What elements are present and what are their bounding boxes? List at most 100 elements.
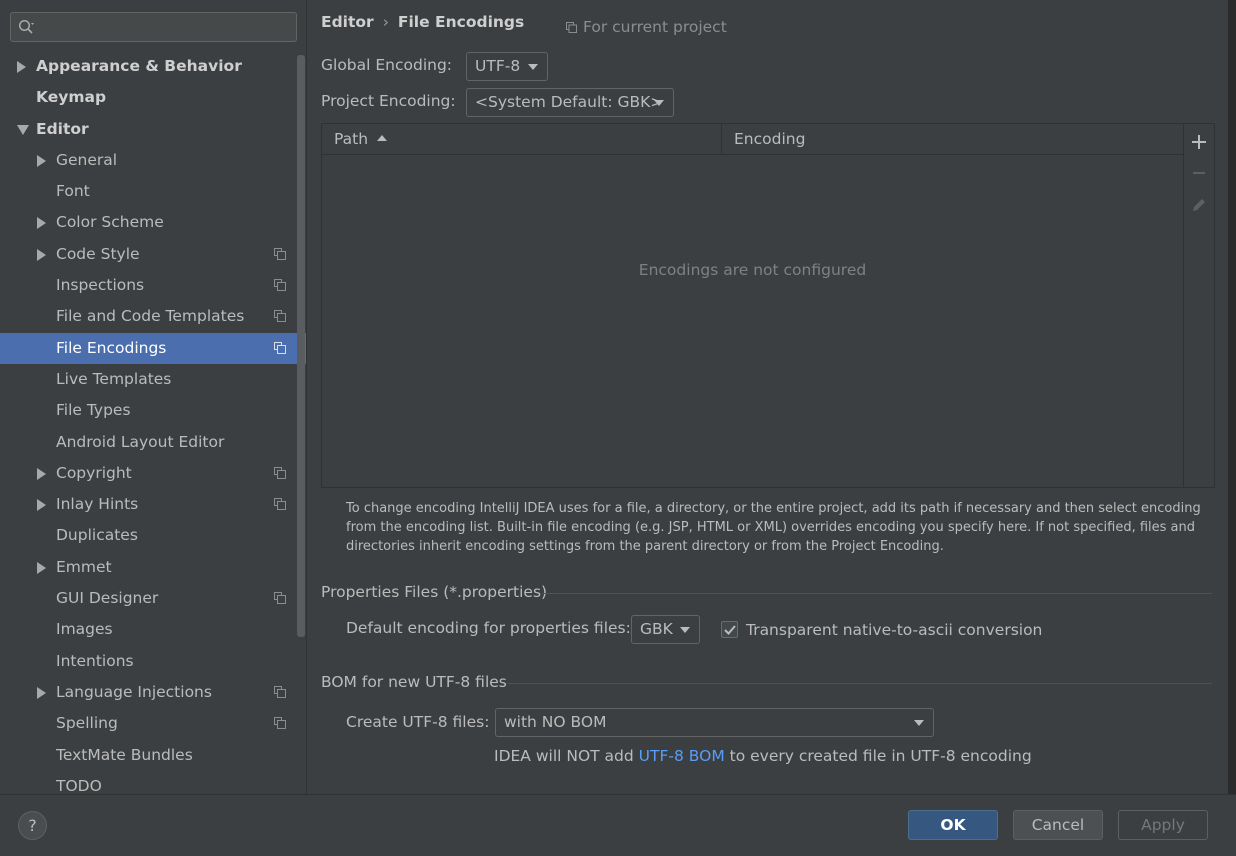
for-current-project-label: For current project: [583, 18, 727, 36]
sidebar-item-inlay-hints[interactable]: Inlay Hints: [0, 489, 306, 520]
sidebar-item-label: Font: [56, 182, 90, 201]
chevron-down-icon: [654, 100, 664, 106]
search-input[interactable]: [39, 16, 289, 38]
chevron-down-icon: [528, 64, 538, 70]
sidebar-item-font[interactable]: Font: [0, 176, 306, 207]
expand-arrow-right-icon[interactable]: [37, 248, 46, 261]
sidebar-item-label: Android Layout Editor: [56, 432, 225, 451]
expand-arrow-right-icon[interactable]: [37, 217, 46, 230]
sidebar-item-editor[interactable]: Editor: [0, 114, 306, 145]
sidebar-item-label: General: [56, 150, 118, 169]
sidebar-item-label: Color Scheme: [56, 213, 164, 232]
table-header: Path Encoding: [322, 124, 1183, 155]
cancel-button[interactable]: Cancel: [1013, 810, 1103, 840]
project-scope-icon: [274, 247, 286, 260]
settings-sidebar: Appearance & Behavior Keymap Editor General…: [0, 0, 307, 794]
plus-icon[interactable]: [1190, 133, 1208, 151]
sidebar-item-images[interactable]: Images: [0, 614, 306, 645]
apply-button[interactable]: Apply: [1118, 810, 1208, 840]
sidebar-item-android-layout-editor[interactable]: Android Layout Editor: [0, 427, 306, 458]
properties-section-title: Properties Files (*.properties): [321, 583, 548, 601]
empty-table-text: Encodings are not configured: [638, 261, 867, 279]
create-utf8-label: Create UTF-8 files:: [346, 713, 490, 731]
sidebar-item-label: Appearance & Behavior: [36, 57, 242, 75]
expand-arrow-right-icon[interactable]: [37, 686, 46, 699]
project-encoding-value: <System Default: GBK>: [475, 93, 664, 111]
project-scope-icon: [274, 279, 286, 292]
sidebar-item-label: Images: [56, 620, 113, 639]
sidebar-item-gui-designer[interactable]: GUI Designer: [0, 583, 306, 614]
breadcrumb-page: File Encodings: [397, 13, 525, 31]
ok-button[interactable]: OK: [908, 810, 998, 840]
sidebar-item-label: File Encodings: [56, 338, 167, 357]
sidebar-item-file-encodings[interactable]: File Encodings: [0, 332, 306, 364]
sidebar-item-todo[interactable]: TODO: [0, 771, 306, 794]
bom-note-suffix: to every created file in UTF-8 encoding: [724, 747, 1032, 765]
sidebar-item-file-types[interactable]: File Types: [0, 395, 306, 426]
global-encoding-value: UTF-8: [475, 57, 521, 75]
sidebar-item-label: Spelling: [56, 714, 118, 733]
sidebar-item-intentions[interactable]: Intentions: [0, 646, 306, 677]
sidebar-item-label: Intentions: [56, 651, 134, 670]
sidebar-item-label: Editor: [36, 119, 89, 138]
sidebar-item-file-and-code-templates[interactable]: File and Code Templates: [0, 301, 306, 332]
sidebar-item-code-style[interactable]: Code Style: [0, 239, 306, 270]
sidebar-item-spelling[interactable]: Spelling: [0, 708, 306, 739]
sidebar-item-general[interactable]: General: [0, 145, 306, 176]
sidebar-item-emmet[interactable]: Emmet: [0, 552, 306, 583]
sidebar-item-duplicates[interactable]: Duplicates: [0, 520, 306, 551]
expand-arrow-down-icon[interactable]: [17, 124, 29, 135]
sidebar-scrollbar[interactable]: [297, 55, 305, 637]
expand-arrow-right-icon[interactable]: [37, 499, 46, 512]
project-encoding-select[interactable]: <System Default: GBK>: [466, 88, 674, 117]
breadcrumb-separator: ›: [382, 13, 389, 31]
sidebar-item-label: Live Templates: [56, 369, 172, 388]
table-toolbar: [1183, 124, 1214, 487]
sidebar-item-live-templates[interactable]: Live Templates: [0, 364, 306, 395]
pencil-icon[interactable]: [1190, 196, 1208, 214]
expand-arrow-right-icon[interactable]: [37, 561, 46, 574]
properties-default-encoding-label: Default encoding for properties files:: [346, 619, 631, 637]
search-field[interactable]: [10, 12, 297, 42]
sidebar-item-appearance-behavior[interactable]: Appearance & Behavior: [0, 51, 306, 82]
sidebar-item-label: Code Style: [56, 244, 140, 263]
encoding-help-text: To change encoding IntelliJ IDEA uses fo…: [346, 501, 1201, 554]
expand-arrow-right-icon[interactable]: [37, 154, 46, 167]
transparent-conversion-label[interactable]: Transparent native-to-ascii conversion: [746, 621, 1042, 639]
sidebar-item-label: GUI Designer: [56, 589, 159, 608]
encodings-table: Path Encoding Encodings are not configur…: [321, 123, 1215, 488]
sidebar-item-color-scheme[interactable]: Color Scheme: [0, 207, 306, 238]
project-scope-icon: [274, 341, 286, 354]
background-window-edge: [1228, 0, 1236, 856]
sidebar-item-label: TODO: [56, 776, 102, 794]
sidebar-item-inspections[interactable]: Inspections: [0, 270, 306, 301]
sidebar-item-copyright[interactable]: Copyright: [0, 458, 306, 489]
help-button[interactable]: ?: [18, 811, 47, 840]
sidebar-item-label: Language Injections: [56, 682, 212, 701]
column-header-encoding[interactable]: Encoding: [722, 124, 1183, 155]
transparent-conversion-checkbox[interactable]: [721, 621, 738, 638]
expand-arrow-right-icon[interactable]: [37, 467, 46, 480]
project-scope-icon: [274, 498, 286, 511]
properties-encoding-select[interactable]: GBK: [631, 615, 700, 644]
sort-ascending-icon: [377, 135, 388, 141]
for-current-project-hint: For current project: [566, 18, 727, 36]
breadcrumb-root[interactable]: Editor: [321, 13, 374, 31]
bom-section-title: BOM for new UTF-8 files: [321, 673, 507, 691]
column-encoding-label: Encoding: [734, 130, 806, 148]
expand-arrow-right-icon[interactable]: [17, 61, 26, 73]
minus-icon[interactable]: [1190, 164, 1208, 182]
column-header-path[interactable]: Path: [322, 124, 722, 155]
sidebar-item-textmate-bundles[interactable]: TextMate Bundles: [0, 740, 306, 771]
sidebar-item-label: Keymap: [36, 88, 107, 107]
sidebar-item-language-injections[interactable]: Language Injections: [0, 677, 306, 708]
dialog-button-bar: ? OK Cancel Apply: [0, 794, 1236, 856]
properties-encoding-value: GBK: [640, 620, 673, 638]
global-encoding-label: Global Encoding:: [321, 56, 453, 74]
project-scope-icon: [274, 310, 286, 323]
create-utf8-select[interactable]: with NO BOM: [495, 708, 934, 737]
global-encoding-select[interactable]: UTF-8: [466, 52, 548, 81]
utf8-bom-link[interactable]: UTF-8 BOM: [639, 747, 725, 765]
sidebar-item-keymap[interactable]: Keymap: [0, 82, 306, 113]
sidebar-item-label: File and Code Templates: [56, 307, 245, 326]
